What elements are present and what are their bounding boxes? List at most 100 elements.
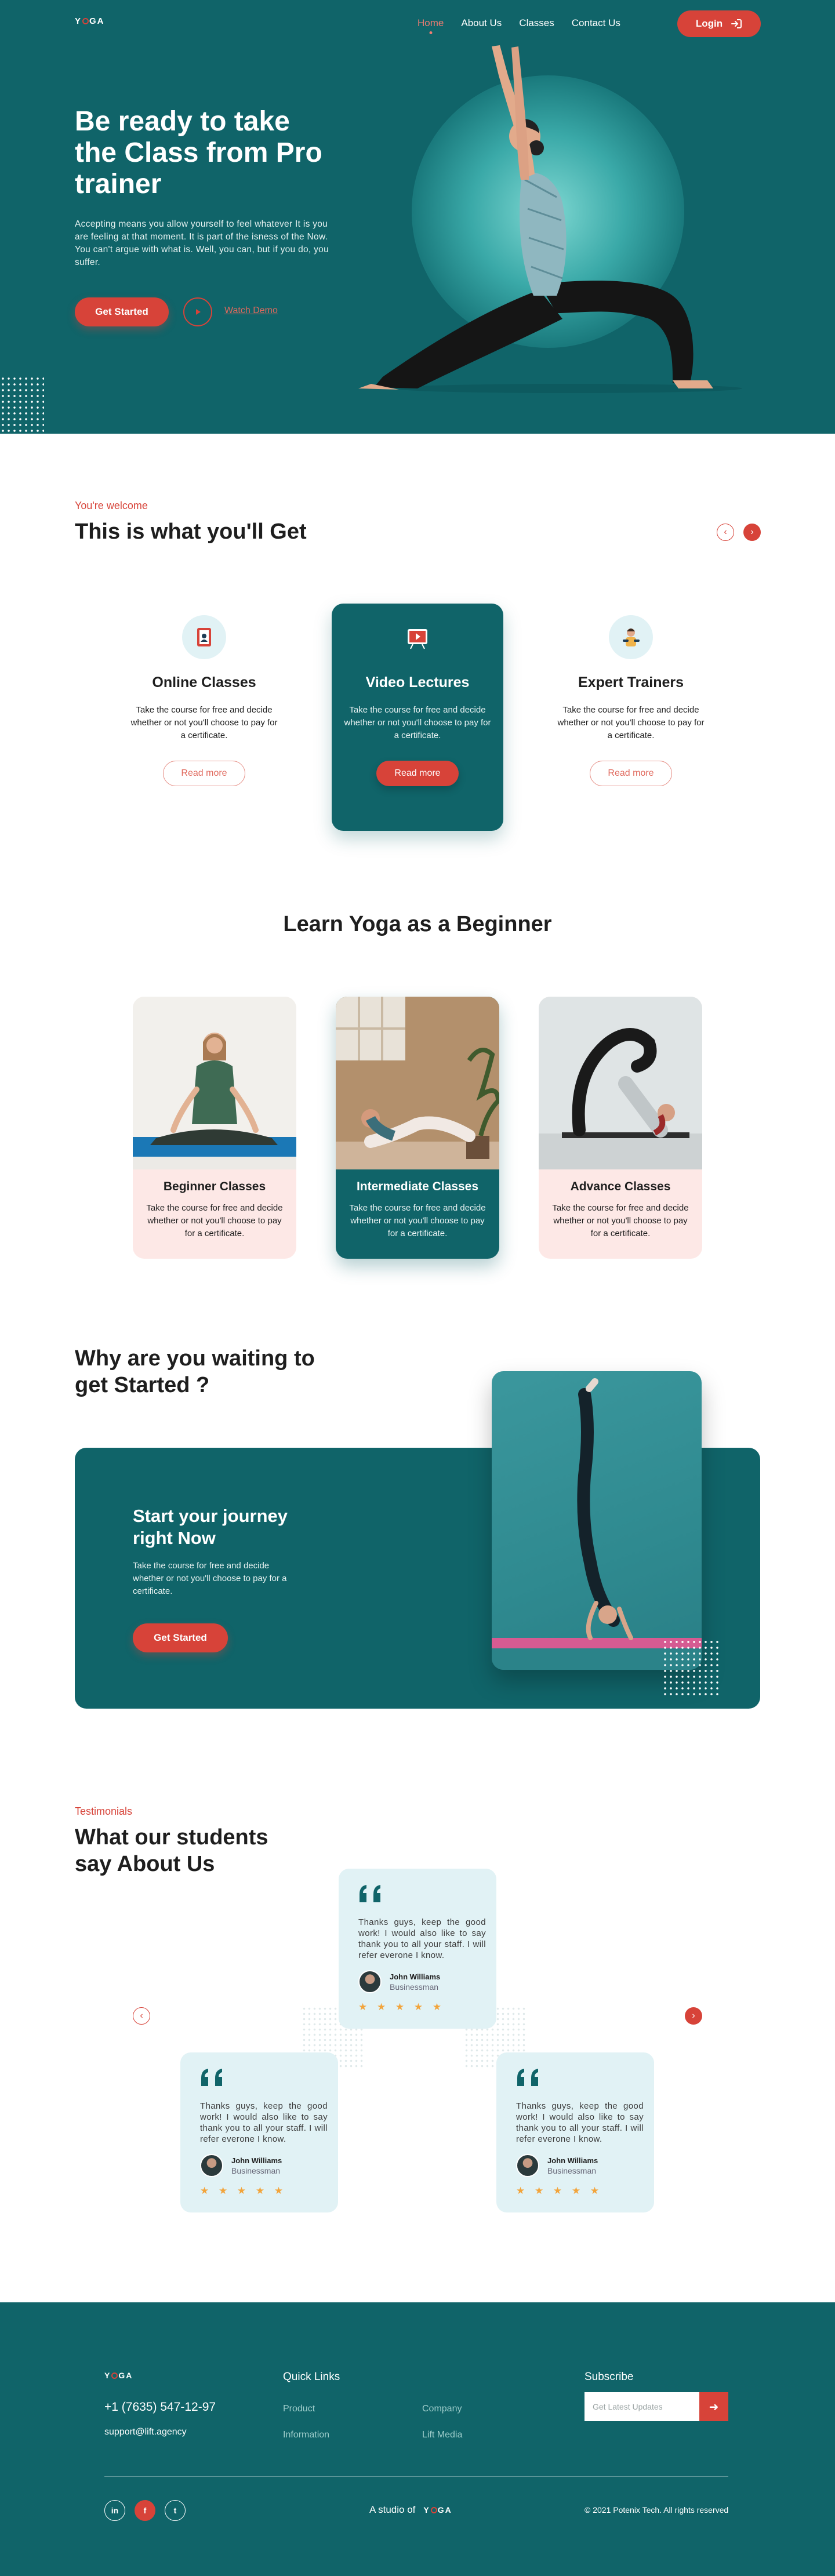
read-more-button[interactable]: Read more [376, 761, 459, 786]
learn-title: Learn Yoga as a Beginner [283, 912, 552, 936]
cta-get-started-button[interactable]: Get Started [133, 1623, 228, 1652]
subscribe-email-input[interactable] [584, 2392, 699, 2421]
watch-demo-link[interactable]: Watch Demo [224, 306, 278, 316]
hero-text: Accepting means you allow yourself to fe… [75, 219, 329, 267]
testimonials-title: What our students say About Us [75, 1825, 268, 1876]
star-rating-icon: ★ ★ ★ ★ ★ [516, 2185, 603, 2196]
logo[interactable]: Y GA [75, 16, 105, 26]
subscribe-title: Subscribe [584, 2371, 634, 2383]
footer-link-information[interactable]: Information [283, 2430, 329, 2440]
play-icon [196, 309, 201, 315]
class-card-text: Take the course for free and decide whet… [552, 1203, 689, 1238]
intermediate-class-image [336, 997, 499, 1169]
testimonial-user: John Williams Businessman [516, 2154, 644, 2177]
cta-heading: Why are you waiting to get Started ? [75, 1346, 315, 1397]
arrow-right-icon: ➜ [709, 2400, 719, 2414]
nav-contact-us[interactable]: Contact Us [572, 17, 620, 29]
page: Y GA Home About Us Classes Contact Us Log… [0, 0, 835, 2576]
footer-link-product[interactable]: Product [283, 2404, 315, 2414]
testimonial-text: Thanks guys, keep the good work! I would… [358, 1917, 486, 1960]
get-started-button[interactable]: Get Started [75, 297, 169, 326]
read-more-button[interactable]: Read more [590, 761, 672, 786]
footer-link-lift-media[interactable]: Lift Media [422, 2430, 462, 2440]
nav-classes[interactable]: Classes [519, 17, 554, 29]
subscribe-form: ➜ [584, 2392, 728, 2421]
feature-card-expert-trainers: Expert Trainers Take the course for free… [545, 604, 717, 831]
avatar [358, 1970, 382, 1993]
video-board-icon [395, 615, 440, 659]
studio-credit: A studio of Y GA [369, 2504, 452, 2516]
feature-title: Expert Trainers [578, 674, 684, 691]
testimonial-text: Thanks guys, keep the good work! I would… [200, 2101, 328, 2144]
testimonial-card: Thanks guys, keep the good work! I would… [180, 2052, 338, 2212]
nav-about-us[interactable]: About Us [461, 17, 502, 29]
quote-icon [517, 2069, 538, 2086]
class-card-beginner[interactable]: Beginner Classes Take the course for fre… [133, 997, 296, 1259]
testimonials-eyebrow: Testimonials [75, 1805, 133, 1817]
testimonial-name: John Williams [390, 1972, 441, 1981]
class-card-text: Take the course for free and decide whet… [146, 1203, 283, 1238]
trainer-icon [609, 615, 653, 659]
subscribe-button[interactable]: ➜ [699, 2392, 728, 2421]
quote-icon [201, 2069, 222, 2086]
feature-text: Take the course for free and decide whet… [557, 705, 705, 740]
testimonial-card: Thanks guys, keep the good work! I would… [339, 1869, 496, 2029]
footer-email[interactable]: support@lift.agency [104, 2427, 187, 2437]
read-more-button[interactable]: Read more [163, 761, 245, 786]
feature-text: Take the course for free and decide whet… [130, 705, 278, 740]
feature-title: Video Lectures [365, 674, 470, 691]
feature-card-video-lectures: Video Lectures Take the course for free … [332, 604, 503, 831]
class-card-advance[interactable]: Advance Classes Take the course for free… [539, 997, 702, 1259]
next-arrow-button[interactable]: › [743, 524, 761, 541]
get-title: This is what you'll Get [75, 519, 307, 544]
prev-arrow-button[interactable]: ‹ [717, 524, 734, 541]
cta-title: Start your journey right Now [133, 1506, 288, 1548]
studio-label: A studio of [369, 2504, 416, 2515]
login-button[interactable]: Login [677, 10, 761, 37]
testimonial-next-button[interactable]: › [685, 2007, 702, 2025]
copyright: © 2021 Potenix Tech. All rights reserved [584, 2505, 729, 2515]
testimonial-text: Thanks guys, keep the good work! I would… [516, 2101, 644, 2144]
nav-home[interactable]: Home [418, 17, 444, 29]
avatar [200, 2154, 223, 2177]
footer-divider [104, 2476, 728, 2477]
testimonial-user: John Williams Businessman [358, 1970, 486, 1993]
testimonial-card: Thanks guys, keep the good work! I would… [496, 2052, 654, 2212]
testimonial-prev-button[interactable]: ‹ [133, 2007, 150, 2025]
footer-logo[interactable]: Y GA [104, 2371, 133, 2380]
testimonial-role: Businessman [231, 2166, 281, 2175]
quick-links-title: Quick Links [283, 2371, 340, 2383]
cta-dot-pattern [662, 1639, 720, 1697]
class-card-intermediate[interactable]: Intermediate Classes Take the course for… [336, 997, 499, 1259]
main-nav: Home About Us Classes Contact Us [418, 17, 638, 29]
testimonial-role: Businessman [547, 2166, 597, 2175]
chevron-left-icon: ‹ [724, 527, 727, 537]
chevron-right-icon: › [750, 527, 754, 537]
star-rating-icon: ★ ★ ★ ★ ★ [200, 2185, 287, 2196]
chevron-left-icon: ‹ [140, 2011, 143, 2021]
hero-yoga-image [358, 45, 742, 393]
footer-studio-logo: Y GA [423, 2505, 452, 2515]
beginner-class-image [133, 997, 296, 1169]
cta-text: Take the course for free and decide whet… [133, 1561, 287, 1596]
footer-link-company[interactable]: Company [422, 2404, 462, 2414]
class-card-title: Beginner Classes [163, 1180, 266, 1193]
testimonial-name: John Williams [547, 2156, 598, 2165]
footer-phone[interactable]: +1 (7635) 547-12-97 [104, 2400, 216, 2414]
star-rating-icon: ★ ★ ★ ★ ★ [358, 2001, 445, 2012]
login-arrow-icon [731, 19, 742, 28]
play-button[interactable] [183, 297, 212, 326]
advance-class-image [539, 997, 702, 1169]
login-label: Login [695, 18, 723, 29]
testimonial-user: John Williams Businessman [200, 2154, 328, 2177]
handstand-yoga-image [492, 1371, 702, 1670]
footer: Y GA +1 (7635) 547-12-97 support@lift.age… [0, 2302, 835, 2576]
avatar [516, 2154, 539, 2177]
facebook-icon[interactable]: f [135, 2500, 155, 2521]
class-card-title: Advance Classes [570, 1180, 671, 1193]
feature-text: Take the course for free and decide whet… [344, 705, 491, 740]
linkedin-icon[interactable]: in [104, 2500, 125, 2521]
hero-title: Be ready to take the Class from Pro trai… [75, 106, 322, 199]
class-card-title: Intermediate Classes [356, 1180, 479, 1193]
twitter-icon[interactable]: t [165, 2500, 186, 2521]
